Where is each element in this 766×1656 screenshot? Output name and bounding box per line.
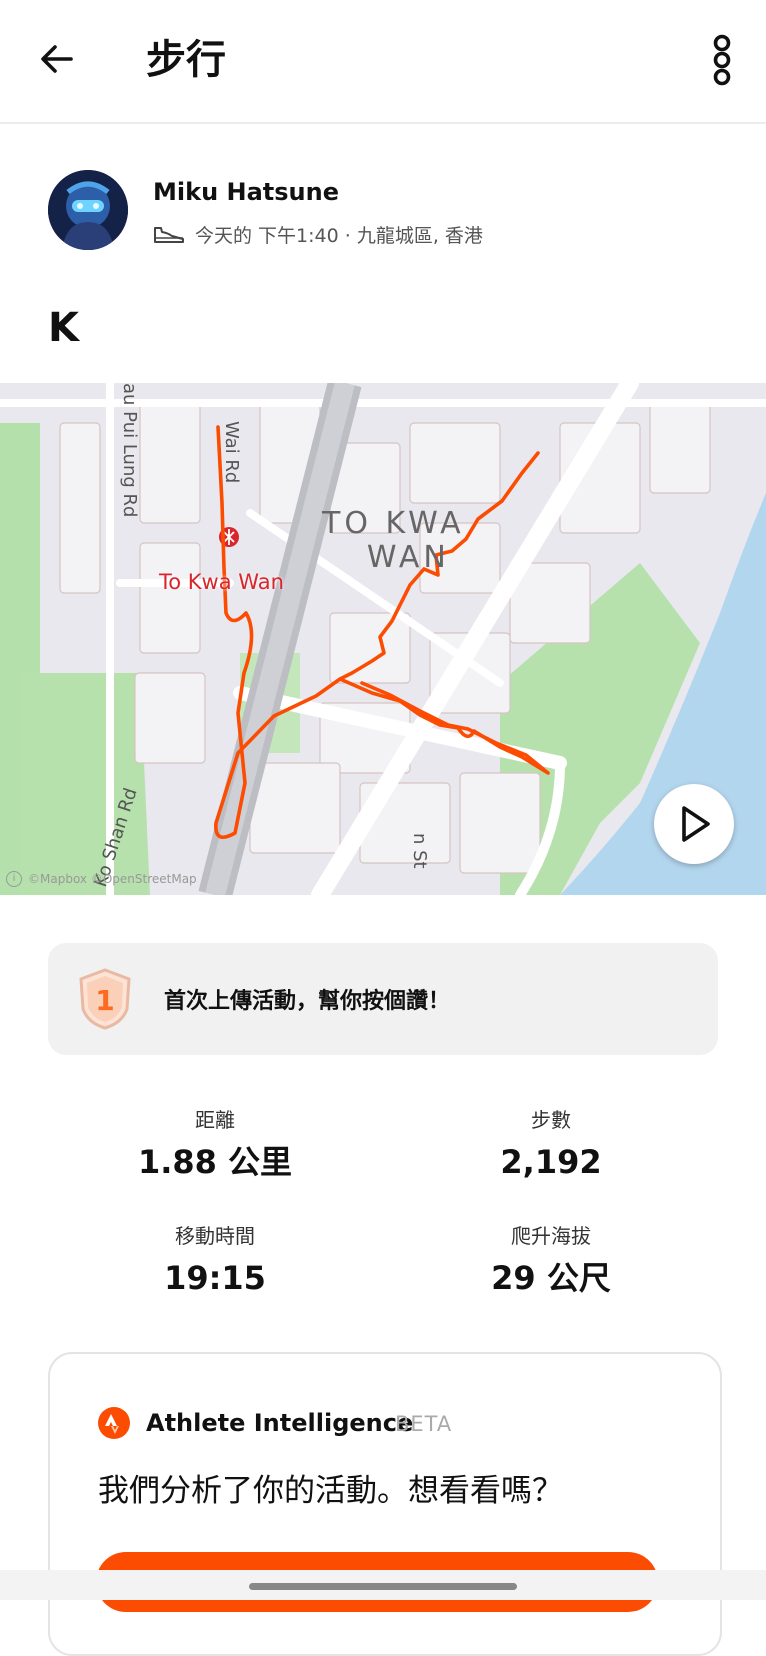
activity-name: K — [48, 305, 79, 351]
strava-logo-icon — [98, 1407, 130, 1439]
more-vertical-icon — [713, 34, 731, 86]
info-icon: i — [6, 871, 22, 887]
stat-value: 19:15 — [164, 1259, 266, 1297]
stat-value: 29 公尺 — [491, 1259, 611, 1297]
back-button[interactable] — [32, 34, 82, 84]
stat-steps: 步數 2,192 — [421, 1106, 681, 1184]
beta-badge: BETA — [395, 1412, 453, 1436]
athlete-intelligence-text: 我們分析了你的活動。想看看嗎？ — [98, 1473, 563, 1509]
page-title: 步行 — [146, 37, 226, 83]
arrow-left-icon — [41, 45, 73, 73]
activity-meta: 今天的 下午1:40 · 九龍城區, 香港 — [153, 218, 483, 250]
play-flyover-button[interactable] — [654, 784, 734, 864]
stat-value: 2,192 — [500, 1143, 602, 1181]
athlete-intelligence-title: Athlete Intelligence — [146, 1409, 414, 1437]
stat-label: 步數 — [531, 1108, 571, 1132]
station-label: To Kwa Wan — [159, 570, 284, 594]
badge-number: 1 — [95, 984, 114, 1017]
road-label-wai: Wai Rd — [221, 421, 242, 484]
attribution-text: ©Mapbox ©OpenStreetMap — [28, 872, 197, 886]
stat-label: 距離 — [195, 1108, 235, 1132]
stat-value: 1.88 公里 — [137, 1143, 293, 1181]
district-label-line2: WAN — [366, 540, 450, 575]
activity-map[interactable]: TO KWA WAN To Kwa Wan Wai Rd au Pui Lung… — [0, 383, 766, 895]
activity-meta-text: 今天的 下午1:40 · 九龍城區, 香港 — [195, 224, 483, 247]
road-label-pui-lung: au Pui Lung Rd — [119, 383, 140, 518]
athlete-name[interactable]: Miku Hatsune — [153, 176, 339, 208]
stat-elevation-gain: 爬升海拔 29 公尺 — [421, 1222, 681, 1300]
stat-moving-time: 移動時間 19:15 — [85, 1222, 345, 1300]
stat-distance: 距離 1.88 公里 — [85, 1106, 345, 1184]
first-upload-badge-icon: 1 — [79, 968, 131, 1030]
map-attribution[interactable]: i ©Mapbox ©OpenStreetMap — [6, 871, 197, 887]
stat-label: 移動時間 — [175, 1224, 255, 1248]
district-label: TO KWA WAN — [322, 507, 465, 575]
achievement-banner[interactable]: 1 首次上傳活動，幫你按個讚！ — [48, 943, 718, 1055]
shoe-icon — [153, 223, 185, 245]
road-label-st: n St — [409, 833, 430, 869]
athlete-intelligence-card: Athlete Intelligence BETA 我們分析了你的活動。想看看嗎… — [48, 1352, 722, 1656]
avatar[interactable] — [48, 170, 128, 250]
achievement-text: 首次上傳活動，幫你按個讚！ — [164, 989, 451, 1014]
play-icon — [682, 806, 710, 842]
more-options-button[interactable] — [700, 30, 744, 90]
stat-label: 爬升海拔 — [511, 1224, 591, 1248]
home-indicator[interactable] — [249, 1583, 517, 1590]
top-bar: 步行 — [0, 0, 766, 124]
district-label-line1: TO KWA — [322, 506, 465, 541]
